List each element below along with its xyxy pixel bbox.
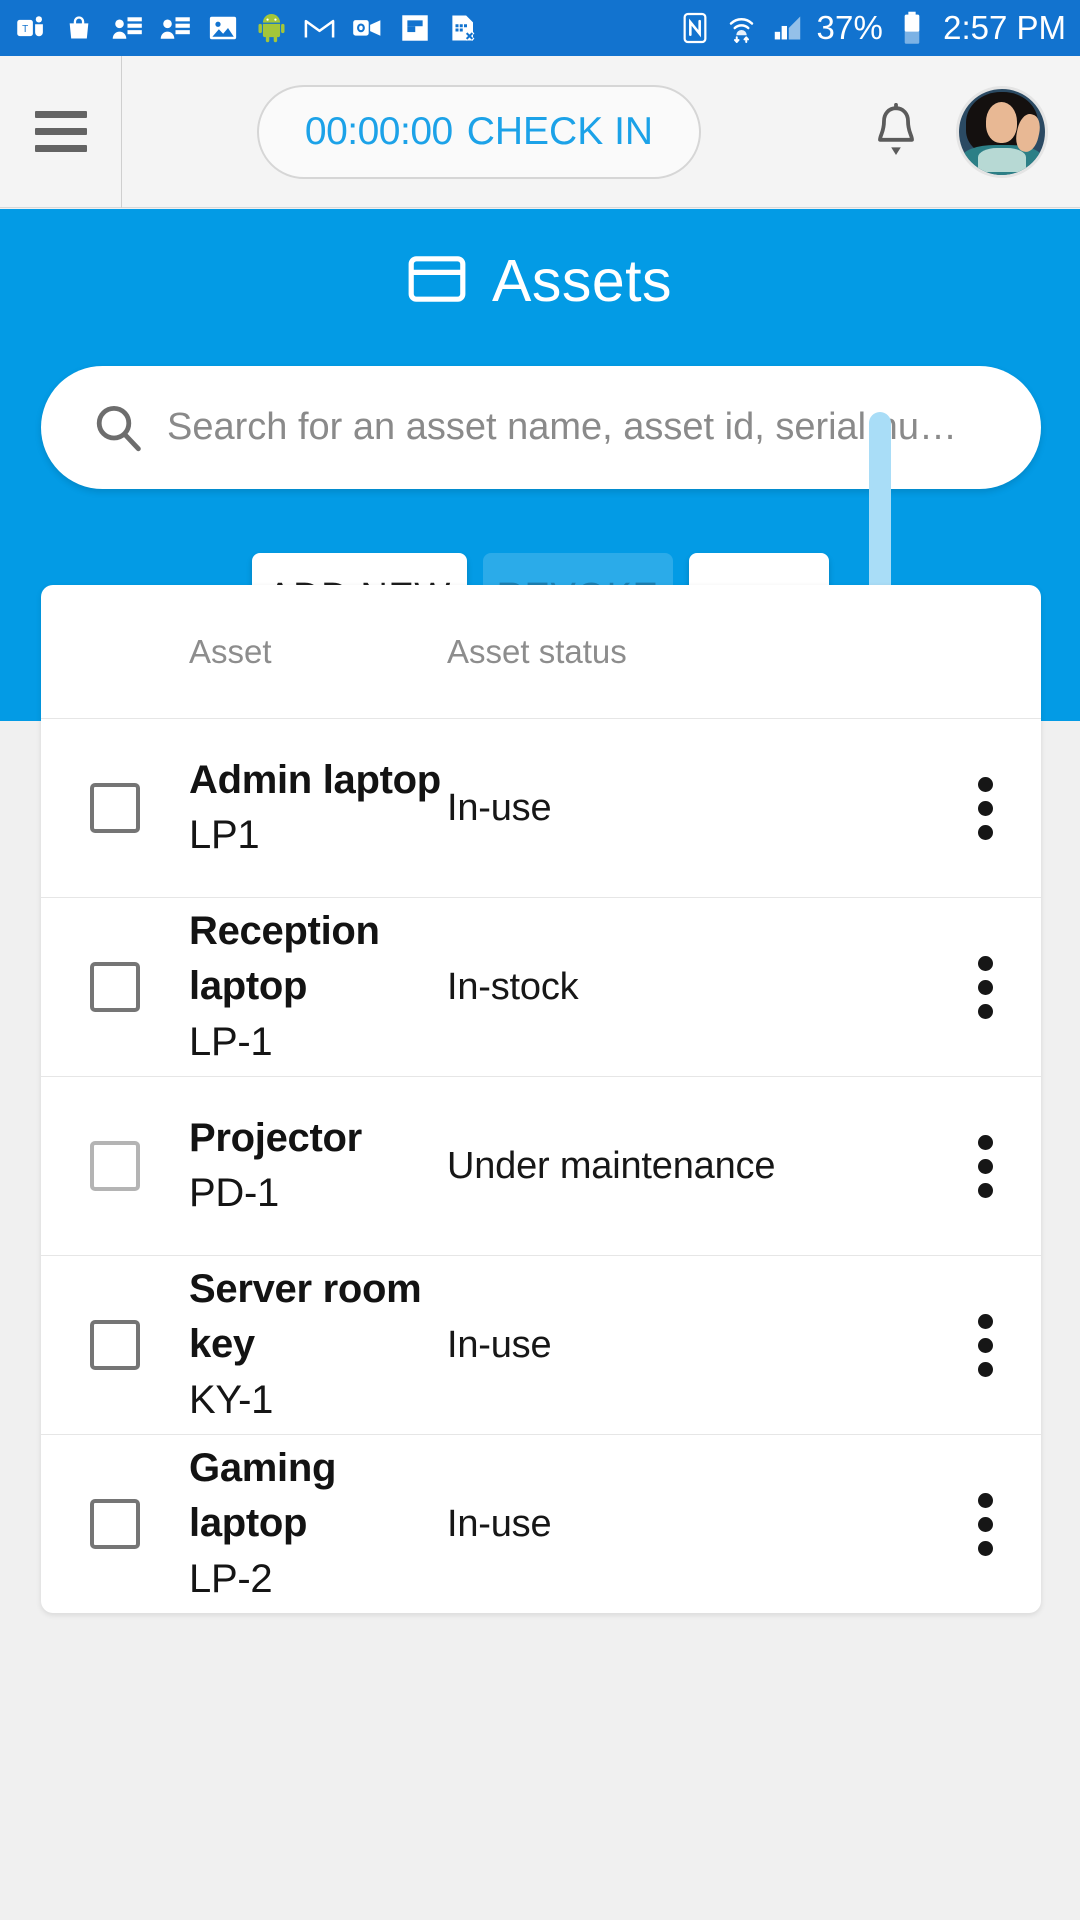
check-in-timer: 00:00:00 (304, 109, 453, 153)
asset-name: Projector (189, 1115, 362, 1160)
asset-status: In-use (447, 1323, 552, 1366)
gmail-icon (302, 11, 336, 45)
row-checkbox-cell[interactable] (41, 1499, 189, 1549)
table-row[interactable]: Projector PD-1 Under maintenance (41, 1076, 1041, 1255)
page-title-text: Assets (491, 248, 673, 314)
android-icon (254, 11, 288, 45)
row-asset-cell: Projector PD-1 (189, 1111, 447, 1221)
row-asset-cell: Reception laptop LP-1 (189, 904, 447, 1070)
svg-text:T: T (22, 24, 28, 35)
asset-name: Gaming laptop (189, 1446, 337, 1546)
overflow-vertical-icon (977, 1492, 993, 1556)
status-bar-system-icons: 37% 2:57 PM (678, 9, 1066, 47)
cellular-signal-icon (770, 11, 804, 45)
sim-card-error-icon (446, 11, 480, 45)
table-row[interactable]: Server room key KY-1 In-use (41, 1255, 1041, 1434)
check-in-area: 00:00:00 CHECK IN (122, 84, 836, 179)
overflow-vertical-icon (977, 1134, 993, 1198)
check-in-button[interactable]: 00:00:00 CHECK IN (256, 84, 702, 179)
battery-percentage: 37% (816, 9, 884, 46)
assets-table-body: Admin laptop LP1 In-use Reception laptop LP-… (41, 718, 1041, 1613)
overflow-vertical-icon (977, 1313, 993, 1377)
row-status-cell: In-use (447, 1503, 929, 1546)
row-checkbox-cell[interactable] (41, 1320, 189, 1370)
asset-id: PD-1 (189, 1171, 279, 1215)
row-menu-button[interactable] (929, 955, 1041, 1019)
nfc-icon (678, 11, 712, 45)
overflow-vertical-icon (977, 776, 993, 840)
asset-name: Admin laptop (189, 757, 441, 802)
asset-status: Under maintenance (447, 1144, 776, 1187)
header-asset: Asset (189, 632, 272, 670)
table-row[interactable]: Admin laptop LP1 In-use (41, 718, 1041, 897)
row-asset-cell: Server room key KY-1 (189, 1262, 447, 1428)
status-bar-notification-icons: T (14, 11, 480, 45)
photos-icon (206, 11, 240, 45)
asset-id: LP1 (189, 813, 260, 857)
asset-id: KY-1 (189, 1377, 274, 1422)
row-status-cell: In-use (447, 787, 929, 830)
user-avatar[interactable] (956, 85, 1048, 178)
row-status-cell: In-use (447, 1324, 929, 1367)
row-menu-button[interactable] (929, 1134, 1041, 1198)
row-menu-button[interactable] (929, 1313, 1041, 1377)
row-select-checkbox[interactable] (90, 962, 140, 1012)
clock-time: 2:57 PM (943, 9, 1066, 46)
contact-card-icon (110, 11, 144, 45)
search-icon (81, 402, 155, 454)
row-select-checkbox[interactable] (90, 783, 140, 833)
asset-id: LP-2 (189, 1556, 273, 1601)
asset-status: In-use (447, 786, 552, 829)
app-header-bar: 00:00:00 CHECK IN (0, 55, 1080, 208)
row-status-cell: Under maintenance (447, 1145, 929, 1188)
status-bar: T 37% 2:57 PM (0, 0, 1080, 56)
row-checkbox-cell[interactable] (41, 783, 189, 833)
asset-id: LP-1 (189, 1019, 273, 1064)
header-asset-status: Asset status (447, 632, 627, 670)
outlook-video-icon (350, 11, 384, 45)
contact-card-icon (158, 11, 192, 45)
row-select-checkbox[interactable] (90, 1499, 140, 1549)
notification-bell-icon[interactable] (836, 102, 956, 161)
table-row[interactable]: Reception laptop LP-1 In-stock (41, 897, 1041, 1076)
row-asset-cell: Gaming laptop LP-2 (189, 1441, 447, 1607)
battery-icon (895, 11, 929, 45)
window-icon (408, 254, 466, 309)
hamburger-menu-icon[interactable] (0, 55, 122, 208)
overflow-vertical-icon (977, 955, 993, 1019)
check-in-label: CHECK IN (466, 109, 654, 153)
asset-status: In-stock (447, 965, 579, 1008)
page-title: Assets (0, 247, 1080, 315)
row-menu-button[interactable] (929, 776, 1041, 840)
row-checkbox-cell[interactable] (41, 1141, 189, 1191)
asset-name: Reception laptop (189, 909, 380, 1009)
shopping-bag-icon (62, 11, 96, 45)
assets-table-card: Asset Asset status Admin laptop LP1 In-use… (41, 585, 1041, 1613)
ms-teams-icon: T (14, 11, 48, 45)
row-menu-button[interactable] (929, 1492, 1041, 1556)
search-bar[interactable] (41, 366, 1041, 489)
row-asset-cell: Admin laptop LP1 (189, 753, 447, 863)
row-status-cell: In-stock (447, 966, 929, 1009)
flipboard-icon (398, 11, 432, 45)
table-row[interactable]: Gaming laptop LP-2 In-use (41, 1434, 1041, 1613)
row-checkbox-cell[interactable] (41, 962, 189, 1012)
asset-name: Server room key (189, 1267, 422, 1367)
row-select-checkbox[interactable] (90, 1141, 140, 1191)
asset-status: In-use (447, 1502, 552, 1545)
row-select-checkbox[interactable] (90, 1320, 140, 1370)
wifi-icon (724, 11, 758, 45)
table-header-row: Asset Asset status (41, 585, 1041, 718)
